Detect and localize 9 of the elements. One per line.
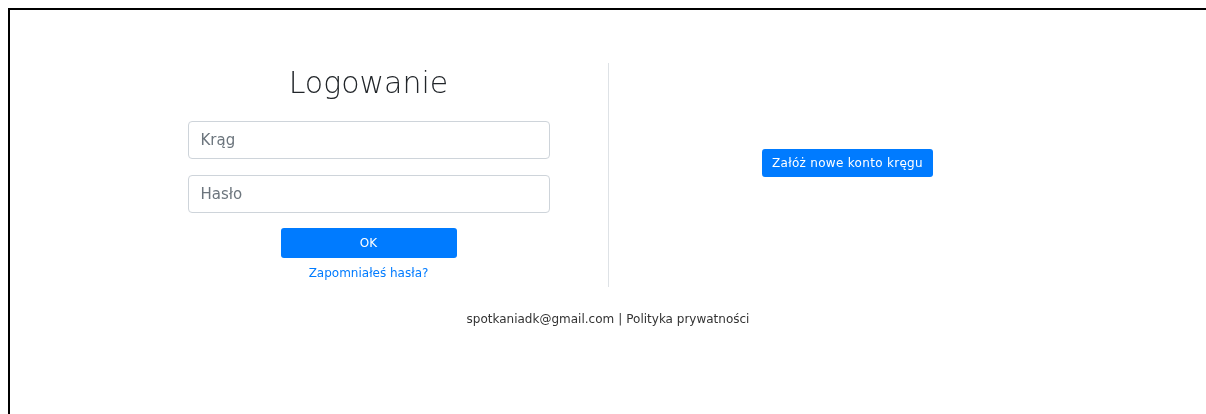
separator-text: | [618, 312, 623, 326]
password-field[interactable]: Hasło [187, 175, 550, 213]
forgot-password-link[interactable]: Zapomniałeś hasła? [308, 266, 429, 280]
input-field[interactable]: Krąg [187, 121, 550, 159]
login-title: Logowanie [288, 64, 449, 102]
register-button[interactable]: Załóż nowe konto kręgu [762, 148, 933, 177]
email-link[interactable]: spotkaniadk@gmail.com [466, 312, 615, 326]
privacy-link[interactable]: Polityka prywatności [626, 312, 750, 326]
ok-button[interactable]: OK [280, 228, 457, 258]
